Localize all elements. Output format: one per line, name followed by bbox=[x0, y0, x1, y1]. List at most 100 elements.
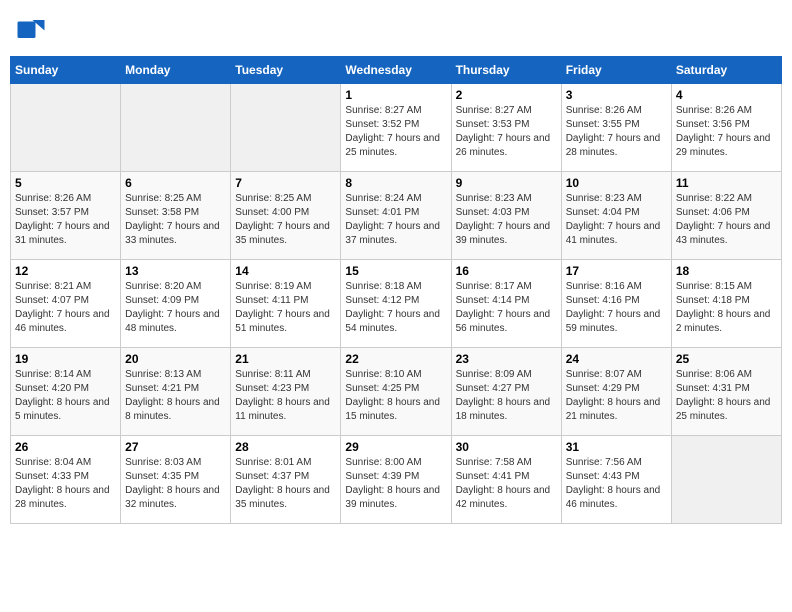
day-number: 19 bbox=[15, 352, 116, 366]
weekday-header-tuesday: Tuesday bbox=[231, 57, 341, 84]
calendar-week-1: 1 Sunrise: 8:27 AMSunset: 3:52 PMDayligh… bbox=[11, 84, 782, 172]
day-number: 30 bbox=[456, 440, 557, 454]
calendar-cell: 21 Sunrise: 8:11 AMSunset: 4:23 PMDaylig… bbox=[231, 348, 341, 436]
day-number: 12 bbox=[15, 264, 116, 278]
day-number: 7 bbox=[235, 176, 336, 190]
cell-detail: Sunrise: 8:16 AMSunset: 4:16 PMDaylight:… bbox=[566, 280, 667, 336]
cell-detail: Sunrise: 8:23 AMSunset: 4:04 PMDaylight:… bbox=[566, 192, 667, 248]
day-number: 23 bbox=[456, 352, 557, 366]
calendar-cell: 12 Sunrise: 8:21 AMSunset: 4:07 PMDaylig… bbox=[11, 260, 121, 348]
calendar-cell bbox=[671, 436, 781, 524]
day-number: 14 bbox=[235, 264, 336, 278]
calendar-cell: 25 Sunrise: 8:06 AMSunset: 4:31 PMDaylig… bbox=[671, 348, 781, 436]
day-number: 27 bbox=[125, 440, 226, 454]
calendar-cell: 5 Sunrise: 8:26 AMSunset: 3:57 PMDayligh… bbox=[11, 172, 121, 260]
cell-detail: Sunrise: 8:26 AMSunset: 3:57 PMDaylight:… bbox=[15, 192, 116, 248]
cell-detail: Sunrise: 8:20 AMSunset: 4:09 PMDaylight:… bbox=[125, 280, 226, 336]
calendar-body: 1 Sunrise: 8:27 AMSunset: 3:52 PMDayligh… bbox=[11, 84, 782, 524]
calendar-cell: 4 Sunrise: 8:26 AMSunset: 3:56 PMDayligh… bbox=[671, 84, 781, 172]
calendar-cell: 8 Sunrise: 8:24 AMSunset: 4:01 PMDayligh… bbox=[341, 172, 451, 260]
calendar-cell: 6 Sunrise: 8:25 AMSunset: 3:58 PMDayligh… bbox=[121, 172, 231, 260]
weekday-header-saturday: Saturday bbox=[671, 57, 781, 84]
cell-detail: Sunrise: 8:27 AMSunset: 3:53 PMDaylight:… bbox=[456, 104, 557, 160]
calendar-header: SundayMondayTuesdayWednesdayThursdayFrid… bbox=[11, 57, 782, 84]
calendar-cell: 1 Sunrise: 8:27 AMSunset: 3:52 PMDayligh… bbox=[341, 84, 451, 172]
cell-detail: Sunrise: 8:15 AMSunset: 4:18 PMDaylight:… bbox=[676, 280, 777, 336]
weekday-header-wednesday: Wednesday bbox=[341, 57, 451, 84]
cell-detail: Sunrise: 8:13 AMSunset: 4:21 PMDaylight:… bbox=[125, 368, 226, 424]
calendar-cell: 17 Sunrise: 8:16 AMSunset: 4:16 PMDaylig… bbox=[561, 260, 671, 348]
calendar-cell: 2 Sunrise: 8:27 AMSunset: 3:53 PMDayligh… bbox=[451, 84, 561, 172]
cell-detail: Sunrise: 8:24 AMSunset: 4:01 PMDaylight:… bbox=[345, 192, 446, 248]
calendar-table: SundayMondayTuesdayWednesdayThursdayFrid… bbox=[10, 56, 782, 524]
calendar-cell: 29 Sunrise: 8:00 AMSunset: 4:39 PMDaylig… bbox=[341, 436, 451, 524]
logo bbox=[16, 14, 48, 44]
day-number: 28 bbox=[235, 440, 336, 454]
weekday-header-friday: Friday bbox=[561, 57, 671, 84]
cell-detail: Sunrise: 8:26 AMSunset: 3:56 PMDaylight:… bbox=[676, 104, 777, 160]
calendar-cell: 31 Sunrise: 7:56 AMSunset: 4:43 PMDaylig… bbox=[561, 436, 671, 524]
day-number: 13 bbox=[125, 264, 226, 278]
weekday-header-thursday: Thursday bbox=[451, 57, 561, 84]
calendar-cell bbox=[121, 84, 231, 172]
day-number: 9 bbox=[456, 176, 557, 190]
weekday-header-monday: Monday bbox=[121, 57, 231, 84]
logo-icon bbox=[16, 14, 46, 44]
calendar-cell: 3 Sunrise: 8:26 AMSunset: 3:55 PMDayligh… bbox=[561, 84, 671, 172]
calendar-cell: 18 Sunrise: 8:15 AMSunset: 4:18 PMDaylig… bbox=[671, 260, 781, 348]
calendar-cell: 10 Sunrise: 8:23 AMSunset: 4:04 PMDaylig… bbox=[561, 172, 671, 260]
calendar-cell: 15 Sunrise: 8:18 AMSunset: 4:12 PMDaylig… bbox=[341, 260, 451, 348]
calendar-cell: 23 Sunrise: 8:09 AMSunset: 4:27 PMDaylig… bbox=[451, 348, 561, 436]
cell-detail: Sunrise: 8:18 AMSunset: 4:12 PMDaylight:… bbox=[345, 280, 446, 336]
page-header bbox=[10, 10, 782, 48]
cell-detail: Sunrise: 8:04 AMSunset: 4:33 PMDaylight:… bbox=[15, 456, 116, 512]
calendar-cell: 28 Sunrise: 8:01 AMSunset: 4:37 PMDaylig… bbox=[231, 436, 341, 524]
calendar-cell: 9 Sunrise: 8:23 AMSunset: 4:03 PMDayligh… bbox=[451, 172, 561, 260]
day-number: 10 bbox=[566, 176, 667, 190]
cell-detail: Sunrise: 8:01 AMSunset: 4:37 PMDaylight:… bbox=[235, 456, 336, 512]
day-number: 18 bbox=[676, 264, 777, 278]
calendar-week-2: 5 Sunrise: 8:26 AMSunset: 3:57 PMDayligh… bbox=[11, 172, 782, 260]
day-number: 24 bbox=[566, 352, 667, 366]
cell-detail: Sunrise: 8:23 AMSunset: 4:03 PMDaylight:… bbox=[456, 192, 557, 248]
cell-detail: Sunrise: 8:09 AMSunset: 4:27 PMDaylight:… bbox=[456, 368, 557, 424]
calendar-cell: 14 Sunrise: 8:19 AMSunset: 4:11 PMDaylig… bbox=[231, 260, 341, 348]
cell-detail: Sunrise: 8:27 AMSunset: 3:52 PMDaylight:… bbox=[345, 104, 446, 160]
cell-detail: Sunrise: 8:00 AMSunset: 4:39 PMDaylight:… bbox=[345, 456, 446, 512]
cell-detail: Sunrise: 8:07 AMSunset: 4:29 PMDaylight:… bbox=[566, 368, 667, 424]
day-number: 25 bbox=[676, 352, 777, 366]
cell-detail: Sunrise: 8:03 AMSunset: 4:35 PMDaylight:… bbox=[125, 456, 226, 512]
calendar-cell: 22 Sunrise: 8:10 AMSunset: 4:25 PMDaylig… bbox=[341, 348, 451, 436]
day-number: 31 bbox=[566, 440, 667, 454]
calendar-cell: 20 Sunrise: 8:13 AMSunset: 4:21 PMDaylig… bbox=[121, 348, 231, 436]
calendar-week-3: 12 Sunrise: 8:21 AMSunset: 4:07 PMDaylig… bbox=[11, 260, 782, 348]
cell-detail: Sunrise: 8:26 AMSunset: 3:55 PMDaylight:… bbox=[566, 104, 667, 160]
day-number: 21 bbox=[235, 352, 336, 366]
day-number: 5 bbox=[15, 176, 116, 190]
day-number: 16 bbox=[456, 264, 557, 278]
calendar-cell: 7 Sunrise: 8:25 AMSunset: 4:00 PMDayligh… bbox=[231, 172, 341, 260]
cell-detail: Sunrise: 8:10 AMSunset: 4:25 PMDaylight:… bbox=[345, 368, 446, 424]
day-number: 2 bbox=[456, 88, 557, 102]
day-number: 3 bbox=[566, 88, 667, 102]
day-number: 8 bbox=[345, 176, 446, 190]
day-number: 15 bbox=[345, 264, 446, 278]
calendar-cell: 16 Sunrise: 8:17 AMSunset: 4:14 PMDaylig… bbox=[451, 260, 561, 348]
calendar-cell: 27 Sunrise: 8:03 AMSunset: 4:35 PMDaylig… bbox=[121, 436, 231, 524]
day-number: 4 bbox=[676, 88, 777, 102]
cell-detail: Sunrise: 8:21 AMSunset: 4:07 PMDaylight:… bbox=[15, 280, 116, 336]
day-number: 22 bbox=[345, 352, 446, 366]
calendar-cell: 11 Sunrise: 8:22 AMSunset: 4:06 PMDaylig… bbox=[671, 172, 781, 260]
calendar-cell: 30 Sunrise: 7:58 AMSunset: 4:41 PMDaylig… bbox=[451, 436, 561, 524]
calendar-cell bbox=[11, 84, 121, 172]
calendar-cell: 24 Sunrise: 8:07 AMSunset: 4:29 PMDaylig… bbox=[561, 348, 671, 436]
calendar-cell: 19 Sunrise: 8:14 AMSunset: 4:20 PMDaylig… bbox=[11, 348, 121, 436]
cell-detail: Sunrise: 8:19 AMSunset: 4:11 PMDaylight:… bbox=[235, 280, 336, 336]
calendar-week-4: 19 Sunrise: 8:14 AMSunset: 4:20 PMDaylig… bbox=[11, 348, 782, 436]
cell-detail: Sunrise: 7:58 AMSunset: 4:41 PMDaylight:… bbox=[456, 456, 557, 512]
cell-detail: Sunrise: 8:22 AMSunset: 4:06 PMDaylight:… bbox=[676, 192, 777, 248]
day-number: 17 bbox=[566, 264, 667, 278]
day-number: 26 bbox=[15, 440, 116, 454]
cell-detail: Sunrise: 7:56 AMSunset: 4:43 PMDaylight:… bbox=[566, 456, 667, 512]
calendar-cell: 26 Sunrise: 8:04 AMSunset: 4:33 PMDaylig… bbox=[11, 436, 121, 524]
